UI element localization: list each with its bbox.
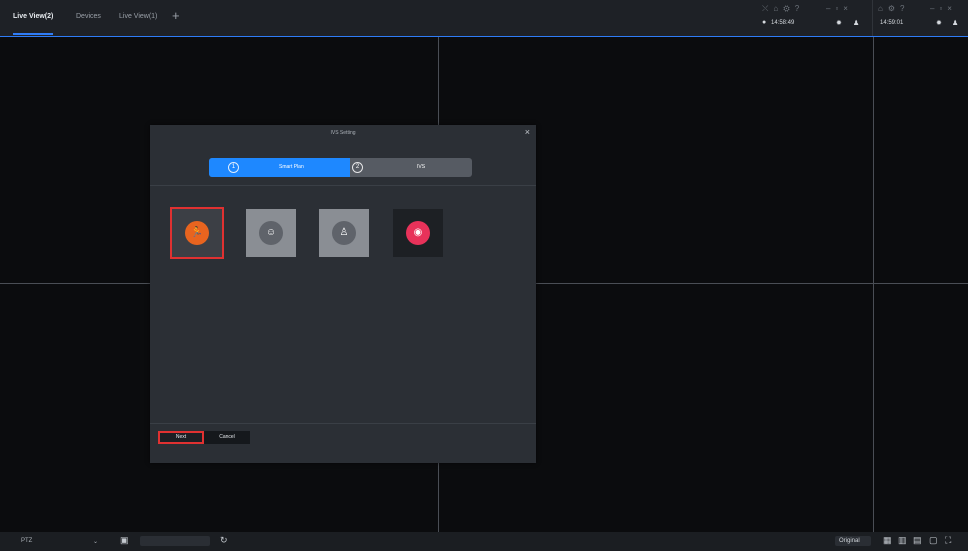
user-icon[interactable]: ♟ — [952, 19, 958, 27]
clock-time-2: 14:59:01 — [880, 20, 904, 26]
next-button[interactable]: Next — [158, 431, 204, 444]
tab-live-view-1[interactable]: Live View(1) — [119, 13, 157, 20]
layout-custom-icon[interactable]: ▤ — [913, 535, 922, 546]
divider — [150, 185, 536, 186]
window-controls-right[interactable]: –▫× — [930, 4, 957, 13]
save-icon[interactable]: ▣ — [120, 535, 129, 546]
active-tab-indicator — [13, 33, 53, 35]
ptz-label[interactable]: PTZ — [21, 538, 32, 544]
heat-map-icon: ◉ — [406, 221, 430, 245]
bottom-toolbar: PTZ ⌄ ▣ ↻ Original ▦ ▥ ▤ ▢ ⛶ — [0, 532, 968, 551]
step-indicator: 1 Smart Plan 2 IVS — [209, 158, 472, 177]
plan-tile-heat-map[interactable]: ◉ — [393, 209, 443, 257]
preset-select[interactable] — [140, 536, 210, 546]
tab-devices[interactable]: Devices — [76, 13, 101, 20]
settings-icon[interactable]: ✹ — [936, 19, 942, 27]
tab-live-view-2[interactable]: Live View(2) — [13, 13, 53, 20]
fullscreen-icon[interactable]: ⛶ — [945, 535, 951, 546]
ptz-dropdown-arrow-icon[interactable]: ⌄ — [93, 538, 98, 545]
window-controls-left[interactable]: –▫× — [826, 4, 853, 13]
grid-divider-vertical-right — [873, 37, 874, 532]
layout-grid-icon[interactable]: ▦ — [883, 535, 892, 546]
step-number: 2 — [352, 162, 363, 173]
plan-tile-people-counting[interactable]: ♙ — [319, 209, 369, 257]
ivs-setting-dialog: IVS Setting × 1 Smart Plan 2 IVS 🏃 ☺ ♙ ◉… — [150, 125, 536, 463]
settings-icon[interactable]: ✹ — [836, 19, 842, 27]
user-icon[interactable]: ♟ — [853, 19, 859, 27]
edit-icon[interactable]: ▢ — [929, 535, 938, 546]
step-label: Smart Plan — [279, 164, 304, 170]
window-icons-left: ⤬⌂⚙? — [762, 4, 805, 13]
divider-footer — [150, 423, 536, 424]
intrusion-person-icon: 🏃 — [185, 221, 209, 245]
step-number: 1 — [228, 162, 239, 173]
clock-icon: ● — [762, 19, 767, 26]
dialog-title: IVS Setting — [330, 130, 356, 136]
plan-tile-face-detection[interactable]: ☺ — [246, 209, 296, 257]
top-separator — [872, 0, 873, 36]
stream-select[interactable]: Original — [835, 536, 871, 546]
plan-tile-intrusion[interactable]: 🏃 — [170, 207, 224, 259]
face-detection-icon: ☺ — [259, 221, 283, 245]
layout-split-icon[interactable]: ▥ — [898, 535, 907, 546]
people-counting-icon: ♙ — [332, 221, 356, 245]
refresh-icon[interactable]: ↻ — [220, 535, 228, 546]
step-label-ivs[interactable]: IVS — [417, 164, 425, 170]
step-smart-plan[interactable]: 1 Smart Plan — [209, 158, 350, 177]
clock-time-1: 14:58:49 — [771, 20, 795, 26]
close-icon[interactable]: × — [525, 127, 530, 137]
plus-icon[interactable]: + — [172, 8, 180, 23]
cancel-button[interactable]: Cancel — [204, 431, 250, 444]
window-icons-right: ⌂⚙? — [878, 4, 910, 13]
top-accent-line — [0, 36, 968, 37]
top-bar: Live View(2) Devices Live View(1) + ⤬⌂⚙?… — [0, 0, 968, 36]
